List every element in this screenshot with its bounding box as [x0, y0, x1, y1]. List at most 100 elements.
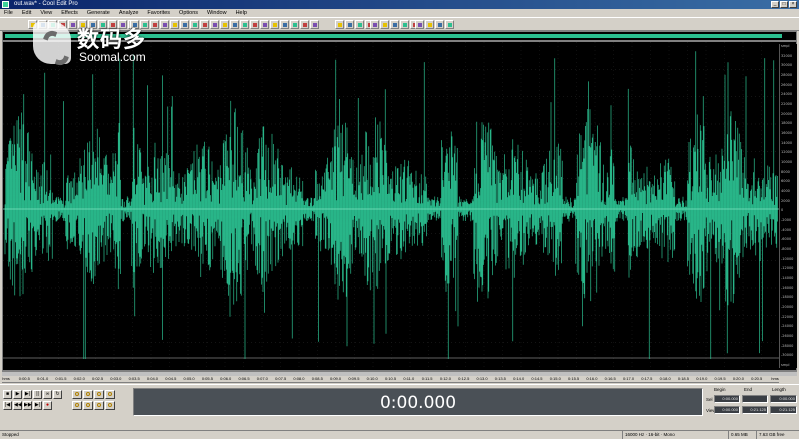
zoom-out-icon[interactable] [83, 390, 93, 399]
amplitude-label: -8000 [781, 247, 792, 251]
toolbar-button[interactable] [280, 20, 289, 29]
view-begin-field[interactable]: 0:00.000 [714, 406, 740, 414]
toolbar-button[interactable] [240, 20, 249, 29]
toolbar-button[interactable] [310, 20, 319, 29]
toolbar-icon [338, 23, 342, 27]
menu-effects[interactable]: Effects [61, 9, 78, 17]
menu-file[interactable]: File [4, 9, 13, 17]
maximize-button[interactable]: □ [780, 1, 788, 8]
zoom-selection-icon[interactable] [105, 390, 115, 399]
toolbar-button[interactable] [415, 20, 424, 29]
menu-view[interactable]: View [40, 9, 52, 17]
time-label: 0:14.5 [531, 376, 543, 381]
close-button[interactable]: × [789, 1, 797, 8]
sel-begin-field[interactable]: 0:00.000 [714, 395, 740, 403]
amplitude-label: -30000 [781, 353, 794, 358]
amplitude-label: 22000 [781, 102, 793, 106]
toolbar-button[interactable] [400, 20, 409, 29]
toolbar-button[interactable] [220, 20, 229, 29]
sel-length-field[interactable]: 0:00.000 [770, 395, 797, 403]
toolbar-icon [383, 23, 387, 27]
toolbar-button[interactable] [390, 20, 399, 29]
menu-generate[interactable]: Generate [87, 9, 110, 17]
menu-edit[interactable]: Edit [22, 9, 31, 17]
toolbar-button[interactable] [345, 20, 354, 29]
waveform-svg[interactable] [3, 42, 780, 370]
menu-window[interactable]: Window [207, 9, 227, 17]
length-header: Length [772, 387, 786, 392]
zoom-full-icon[interactable] [94, 390, 104, 399]
record-button[interactable]: ● [43, 401, 52, 410]
amplitude-label: 18000 [781, 121, 793, 126]
toolbar-icon [233, 23, 237, 27]
menu-analyze[interactable]: Analyze [119, 9, 139, 17]
zoom-vertical-out-icon[interactable] [105, 401, 115, 410]
toolbar-icon [253, 23, 257, 27]
play-button[interactable]: ▶ [13, 390, 22, 399]
toolbar-button[interactable] [270, 20, 279, 29]
toolbar-button[interactable] [180, 20, 189, 29]
sel-end-field[interactable] [742, 395, 768, 403]
zoom-left-icon[interactable] [72, 401, 82, 410]
amplitude-label: -10000 [781, 256, 794, 261]
go-to-start-button[interactable]: |◀ [3, 401, 12, 410]
title-bar[interactable]: out.wav* - Cool Edit Pro _ □ × [0, 0, 799, 9]
toolbar-button[interactable] [335, 20, 344, 29]
toolbar-icon [373, 23, 377, 27]
zoom-in-icon[interactable] [72, 390, 82, 399]
toolbar-button[interactable] [300, 20, 309, 29]
time-ruler: hms 0:00.5 0:01.0 0:01.5 0:02.0 0:02.5 0:03.0 0… [2, 376, 779, 383]
toolbar-button[interactable] [370, 20, 379, 29]
end-header: End [744, 387, 753, 392]
zoom-right-icon[interactable] [83, 401, 93, 410]
toolbar-button[interactable] [250, 20, 259, 29]
pause-button[interactable]: || [33, 390, 42, 399]
toolbar-button[interactable] [190, 20, 199, 29]
toolbar-icon [418, 23, 422, 27]
waveform-display[interactable] [2, 41, 797, 371]
go-to-end-button[interactable]: ▶| [33, 401, 42, 410]
toolbar-icon [303, 23, 307, 27]
time-label: 0:11.5 [421, 376, 433, 381]
time-label: 0:09.0 [330, 376, 342, 381]
toolbar-button[interactable] [380, 20, 389, 29]
time-label: 0:12.5 [458, 376, 470, 381]
view-length-field[interactable]: 0:21.125 [770, 406, 797, 414]
time-label: 0:05.0 [183, 376, 195, 381]
toolbar-button[interactable] [210, 20, 219, 29]
toolbar-button[interactable] [260, 20, 269, 29]
menu-options[interactable]: Options [179, 9, 198, 17]
rewind-button[interactable]: ◀◀ [13, 401, 22, 410]
play-looped-button[interactable]: ↻ [53, 390, 62, 399]
time-label: 0:19.0 [696, 376, 708, 381]
toolbar-button[interactable] [290, 20, 299, 29]
status-bar: Stopped 16000 Hz · 16-bit · Mono 0.65 MB… [0, 430, 799, 439]
amplitude-label: 6000 [781, 179, 790, 184]
zoom-vertical-in-icon[interactable] [94, 401, 104, 410]
time-label: 0:04.0 [146, 376, 159, 381]
menu-help[interactable]: Help [236, 9, 247, 17]
toolbar-button[interactable] [425, 20, 434, 29]
toolbar-icon [358, 23, 362, 27]
toolbar-icon [393, 23, 397, 27]
time-label: 0:04.5 [165, 376, 177, 381]
fast-forward-button[interactable]: ▶▶ [23, 401, 32, 410]
toolbar-button[interactable] [230, 20, 239, 29]
status-free: 7.63 GB free [756, 431, 787, 439]
toolbar-button[interactable] [445, 20, 454, 29]
play-to-end-button[interactable]: ▶| [23, 390, 32, 399]
amplitude-label: 30000 [781, 63, 793, 68]
time-label: hms [2, 376, 10, 381]
time-label: 0:16.5 [604, 376, 616, 381]
time-label: 0:20.0 [732, 376, 744, 381]
loop-button[interactable]: ∞ [43, 390, 52, 399]
minimize-button[interactable]: _ [771, 1, 779, 8]
time-label: 0:03.0 [110, 376, 122, 381]
toolbar-icon [313, 23, 317, 27]
toolbar-button[interactable] [200, 20, 209, 29]
menu-favorites[interactable]: Favorites [147, 9, 170, 17]
toolbar-button[interactable] [355, 20, 364, 29]
stop-button[interactable]: ■ [3, 390, 12, 399]
toolbar-button[interactable] [435, 20, 444, 29]
view-end-field[interactable]: 0:21.125 [742, 406, 768, 414]
